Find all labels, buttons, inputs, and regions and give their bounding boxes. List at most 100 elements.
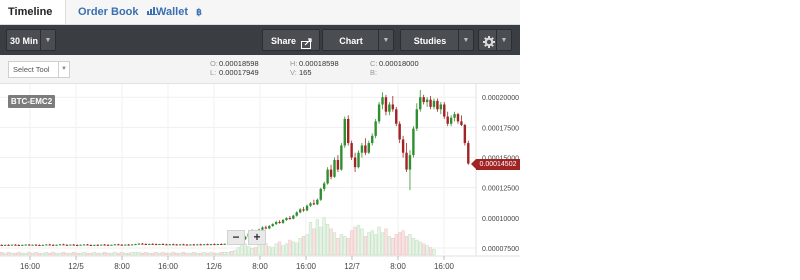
candle	[144, 243, 148, 245]
candle	[113, 244, 117, 246]
volume-bar	[288, 239, 292, 256]
candle-body	[75, 244, 79, 246]
studies-dropdown[interactable]: Studies ▼	[400, 29, 474, 51]
candle	[443, 102, 446, 119]
candle-body	[371, 135, 374, 144]
candle	[165, 243, 168, 246]
candle	[264, 225, 268, 230]
select-tool-dropdown[interactable]: Select Tool ▼	[8, 61, 70, 78]
volume-bar	[343, 236, 347, 256]
candle-body	[209, 244, 213, 246]
zoom-in-button[interactable]: +	[248, 230, 266, 245]
ohlc-low-key: L:	[210, 68, 217, 77]
volume-bar	[418, 241, 422, 256]
volume-bars	[0, 217, 436, 256]
candle-body	[58, 244, 62, 246]
volume-bar	[271, 247, 275, 256]
candle	[412, 126, 415, 158]
bitcoin-icon: ฿	[196, 7, 202, 17]
volume-bar	[370, 230, 374, 256]
price-chart[interactable]: 0.000200000.000175000.000150000.00012500…	[0, 84, 520, 280]
candle	[141, 242, 144, 245]
volume-bar	[250, 248, 254, 256]
select-tool-label: Select Tool	[13, 65, 50, 74]
candle-body	[316, 199, 319, 205]
volume-bar	[103, 251, 107, 256]
candle-body	[124, 244, 127, 246]
candle-body	[463, 124, 467, 144]
candle	[192, 243, 196, 246]
candle-body	[456, 114, 460, 122]
volume-bar	[295, 242, 299, 256]
candle-body	[374, 121, 377, 136]
candle	[384, 94, 388, 116]
candle-body	[113, 244, 117, 246]
candle	[3, 244, 7, 246]
candle	[446, 111, 449, 127]
volume-bar	[168, 252, 172, 256]
zoom-out-button[interactable]: −	[227, 230, 245, 245]
candle	[148, 243, 151, 245]
candle-body	[312, 203, 316, 205]
chart-type-dropdown[interactable]: Chart ▼	[322, 29, 394, 51]
volume-bar	[394, 234, 398, 256]
volume-bar	[391, 237, 395, 256]
candle-body	[223, 243, 226, 245]
volume-bar	[48, 252, 52, 256]
candle	[333, 157, 336, 179]
candle	[69, 244, 72, 246]
candle-body	[21, 244, 24, 246]
candle-body	[384, 97, 388, 112]
candle-body	[120, 244, 123, 246]
volume-bar	[346, 237, 350, 256]
interval-dropdown[interactable]: 30 Min ▼	[6, 29, 56, 51]
candle	[415, 103, 419, 131]
candle-body	[134, 244, 137, 246]
tab-timeline[interactable]: Timeline	[0, 0, 66, 24]
candle-body	[100, 244, 103, 246]
chevron-down-icon: ▼	[458, 30, 473, 50]
candle-body	[395, 109, 398, 124]
candle	[58, 244, 62, 246]
candle	[93, 244, 96, 246]
candle-body	[281, 219, 285, 223]
candle-body	[199, 244, 202, 246]
ohlc-open: O:0.00018598	[210, 59, 259, 68]
volume-bar	[432, 249, 436, 256]
candle	[41, 244, 45, 246]
tab-order-book[interactable]: Order Book	[78, 0, 157, 24]
volume-bar	[202, 251, 206, 256]
volume-bar	[109, 252, 114, 256]
candle-body	[55, 244, 58, 246]
candle	[209, 243, 213, 246]
candle-body	[285, 218, 288, 220]
candle	[302, 206, 305, 212]
candle-body	[154, 244, 158, 246]
y-tick-label: 0.00010000	[482, 216, 519, 223]
volume-bar	[106, 252, 110, 256]
share-label: Share	[271, 36, 297, 46]
candle	[175, 243, 178, 246]
candle-body	[7, 244, 10, 246]
share-button[interactable]: Share	[262, 29, 320, 51]
candle	[161, 243, 165, 245]
volume-bar	[267, 246, 271, 256]
volume-bar	[363, 236, 367, 256]
candle	[319, 187, 322, 201]
candle-body	[360, 145, 364, 153]
candle	[216, 243, 220, 245]
candle-body	[309, 203, 312, 206]
tab-wallet[interactable]: Wallet ฿	[156, 0, 202, 24]
candle-body	[103, 244, 106, 246]
candle-body	[79, 244, 82, 246]
candle	[124, 244, 127, 246]
candle	[24, 244, 27, 246]
candle	[117, 243, 120, 246]
volume-bar	[398, 232, 402, 256]
settings-button[interactable]: ▼	[478, 29, 512, 51]
candle	[178, 244, 182, 246]
volume-bar	[336, 237, 340, 256]
volume-bar	[332, 232, 337, 256]
current-price-label: 0.00014502	[471, 159, 520, 170]
candle-body	[178, 244, 182, 246]
